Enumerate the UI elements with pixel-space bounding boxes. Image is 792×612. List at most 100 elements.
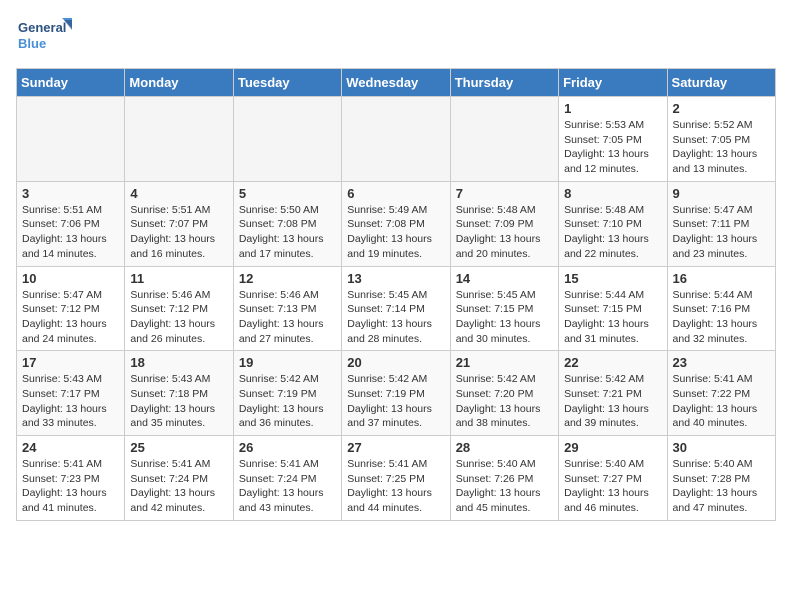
calendar-day-cell: 5 Sunrise: 5:50 AM Sunset: 7:08 PM Daylig…: [233, 181, 341, 266]
calendar-week-row: 1 Sunrise: 5:53 AM Sunset: 7:05 PM Daylig…: [17, 97, 776, 182]
day-info: Sunrise: 5:51 AM Sunset: 7:07 PM Dayligh…: [130, 203, 227, 262]
calendar-day-cell: 18 Sunrise: 5:43 AM Sunset: 7:18 PM Dayli…: [125, 351, 233, 436]
day-number: 16: [673, 271, 770, 286]
day-number: 20: [347, 355, 444, 370]
calendar-day-cell: [17, 97, 125, 182]
day-info: Sunrise: 5:41 AM Sunset: 7:24 PM Dayligh…: [130, 457, 227, 516]
day-info: Sunrise: 5:40 AM Sunset: 7:26 PM Dayligh…: [456, 457, 553, 516]
calendar-day-cell: 22 Sunrise: 5:42 AM Sunset: 7:21 PM Dayli…: [559, 351, 667, 436]
day-number: 10: [22, 271, 119, 286]
day-info: Sunrise: 5:50 AM Sunset: 7:08 PM Dayligh…: [239, 203, 336, 262]
calendar-day-cell: 13Sunrise: 5:45 AM Sunset: 7:14 PM Dayli…: [342, 266, 450, 351]
day-number: 3: [22, 186, 119, 201]
day-info: Sunrise: 5:42 AM Sunset: 7:19 PM Dayligh…: [239, 372, 336, 431]
weekday-header: Wednesday: [342, 69, 450, 97]
day-number: 1: [564, 101, 661, 116]
weekday-header-row: SundayMondayTuesdayWednesdayThursdayFrid…: [17, 69, 776, 97]
day-info: Sunrise: 5:41 AM Sunset: 7:24 PM Dayligh…: [239, 457, 336, 516]
weekday-header: Thursday: [450, 69, 558, 97]
day-info: Sunrise: 5:46 AM Sunset: 7:13 PM Dayligh…: [239, 288, 336, 347]
weekday-header: Friday: [559, 69, 667, 97]
calendar-day-cell: 1 Sunrise: 5:53 AM Sunset: 7:05 PM Daylig…: [559, 97, 667, 182]
calendar-day-cell: 29Sunrise: 5:40 AM Sunset: 7:27 PM Dayli…: [559, 436, 667, 521]
calendar-day-cell: 19 Sunrise: 5:42 AM Sunset: 7:19 PM Dayli…: [233, 351, 341, 436]
day-info: Sunrise: 5:44 AM Sunset: 7:15 PM Dayligh…: [564, 288, 661, 347]
day-info: Sunrise: 5:48 AM Sunset: 7:09 PM Dayligh…: [456, 203, 553, 262]
day-number: 8: [564, 186, 661, 201]
calendar-week-row: 17Sunrise: 5:43 AM Sunset: 7:17 PM Dayli…: [17, 351, 776, 436]
day-info: Sunrise: 5:52 AM Sunset: 7:05 PM Dayligh…: [673, 118, 770, 177]
day-number: 6: [347, 186, 444, 201]
weekday-header: Saturday: [667, 69, 775, 97]
calendar-week-row: 3 Sunrise: 5:51 AM Sunset: 7:06 PM Daylig…: [17, 181, 776, 266]
calendar-table: SundayMondayTuesdayWednesdayThursdayFrid…: [16, 68, 776, 521]
day-number: 25: [130, 440, 227, 455]
day-info: Sunrise: 5:40 AM Sunset: 7:27 PM Dayligh…: [564, 457, 661, 516]
day-number: 22: [564, 355, 661, 370]
calendar-day-cell: 10 Sunrise: 5:47 AM Sunset: 7:12 PM Dayli…: [17, 266, 125, 351]
day-info: Sunrise: 5:44 AM Sunset: 7:16 PM Dayligh…: [673, 288, 770, 347]
day-info: Sunrise: 5:41 AM Sunset: 7:23 PM Dayligh…: [22, 457, 119, 516]
weekday-header: Tuesday: [233, 69, 341, 97]
day-info: Sunrise: 5:42 AM Sunset: 7:20 PM Dayligh…: [456, 372, 553, 431]
calendar-day-cell: 7 Sunrise: 5:48 AM Sunset: 7:09 PM Daylig…: [450, 181, 558, 266]
calendar-day-cell: 23Sunrise: 5:41 AM Sunset: 7:22 PM Dayli…: [667, 351, 775, 436]
day-info: Sunrise: 5:40 AM Sunset: 7:28 PM Dayligh…: [673, 457, 770, 516]
day-number: 4: [130, 186, 227, 201]
calendar-day-cell: 24 Sunrise: 5:41 AM Sunset: 7:23 PM Dayli…: [17, 436, 125, 521]
day-info: Sunrise: 5:47 AM Sunset: 7:12 PM Dayligh…: [22, 288, 119, 347]
day-number: 24: [22, 440, 119, 455]
day-info: Sunrise: 5:45 AM Sunset: 7:15 PM Dayligh…: [456, 288, 553, 347]
calendar-day-cell: [125, 97, 233, 182]
day-number: 26: [239, 440, 336, 455]
day-info: Sunrise: 5:49 AM Sunset: 7:08 PM Dayligh…: [347, 203, 444, 262]
calendar-day-cell: [450, 97, 558, 182]
day-number: 15: [564, 271, 661, 286]
day-info: Sunrise: 5:43 AM Sunset: 7:18 PM Dayligh…: [130, 372, 227, 431]
day-info: Sunrise: 5:41 AM Sunset: 7:25 PM Dayligh…: [347, 457, 444, 516]
day-info: Sunrise: 5:51 AM Sunset: 7:06 PM Dayligh…: [22, 203, 119, 262]
day-number: 11: [130, 271, 227, 286]
weekday-header: Sunday: [17, 69, 125, 97]
calendar-day-cell: 25 Sunrise: 5:41 AM Sunset: 7:24 PM Dayli…: [125, 436, 233, 521]
day-info: Sunrise: 5:45 AM Sunset: 7:14 PM Dayligh…: [347, 288, 444, 347]
day-number: 18: [130, 355, 227, 370]
calendar-day-cell: 4 Sunrise: 5:51 AM Sunset: 7:07 PM Daylig…: [125, 181, 233, 266]
weekday-header: Monday: [125, 69, 233, 97]
calendar-day-cell: 26 Sunrise: 5:41 AM Sunset: 7:24 PM Dayli…: [233, 436, 341, 521]
calendar-day-cell: 8 Sunrise: 5:48 AM Sunset: 7:10 PM Daylig…: [559, 181, 667, 266]
day-info: Sunrise: 5:48 AM Sunset: 7:10 PM Dayligh…: [564, 203, 661, 262]
day-number: 27: [347, 440, 444, 455]
day-number: 12: [239, 271, 336, 286]
logo-icon: General Blue: [16, 16, 76, 60]
calendar-day-cell: 9 Sunrise: 5:47 AM Sunset: 7:11 PM Daylig…: [667, 181, 775, 266]
day-number: 21: [456, 355, 553, 370]
calendar-day-cell: 2Sunrise: 5:52 AM Sunset: 7:05 PM Daylig…: [667, 97, 775, 182]
day-number: 30: [673, 440, 770, 455]
day-number: 28: [456, 440, 553, 455]
calendar-day-cell: 14Sunrise: 5:45 AM Sunset: 7:15 PM Dayli…: [450, 266, 558, 351]
day-info: Sunrise: 5:53 AM Sunset: 7:05 PM Dayligh…: [564, 118, 661, 177]
svg-text:Blue: Blue: [18, 36, 46, 51]
day-number: 19: [239, 355, 336, 370]
day-number: 7: [456, 186, 553, 201]
day-info: Sunrise: 5:42 AM Sunset: 7:19 PM Dayligh…: [347, 372, 444, 431]
calendar-day-cell: 12 Sunrise: 5:46 AM Sunset: 7:13 PM Dayli…: [233, 266, 341, 351]
calendar-day-cell: 17Sunrise: 5:43 AM Sunset: 7:17 PM Dayli…: [17, 351, 125, 436]
day-number: 9: [673, 186, 770, 201]
calendar-week-row: 10 Sunrise: 5:47 AM Sunset: 7:12 PM Dayli…: [17, 266, 776, 351]
calendar-day-cell: 20 Sunrise: 5:42 AM Sunset: 7:19 PM Dayli…: [342, 351, 450, 436]
day-info: Sunrise: 5:46 AM Sunset: 7:12 PM Dayligh…: [130, 288, 227, 347]
header: General Blue: [16, 16, 776, 60]
day-number: 5: [239, 186, 336, 201]
svg-text:General: General: [18, 20, 66, 35]
day-info: Sunrise: 5:42 AM Sunset: 7:21 PM Dayligh…: [564, 372, 661, 431]
calendar-day-cell: 11 Sunrise: 5:46 AM Sunset: 7:12 PM Dayli…: [125, 266, 233, 351]
logo: General Blue: [16, 16, 76, 60]
calendar-day-cell: 16 Sunrise: 5:44 AM Sunset: 7:16 PM Dayli…: [667, 266, 775, 351]
day-info: Sunrise: 5:41 AM Sunset: 7:22 PM Dayligh…: [673, 372, 770, 431]
calendar-day-cell: 28 Sunrise: 5:40 AM Sunset: 7:26 PM Dayli…: [450, 436, 558, 521]
calendar-week-row: 24 Sunrise: 5:41 AM Sunset: 7:23 PM Dayli…: [17, 436, 776, 521]
calendar-day-cell: 6 Sunrise: 5:49 AM Sunset: 7:08 PM Daylig…: [342, 181, 450, 266]
day-info: Sunrise: 5:47 AM Sunset: 7:11 PM Dayligh…: [673, 203, 770, 262]
